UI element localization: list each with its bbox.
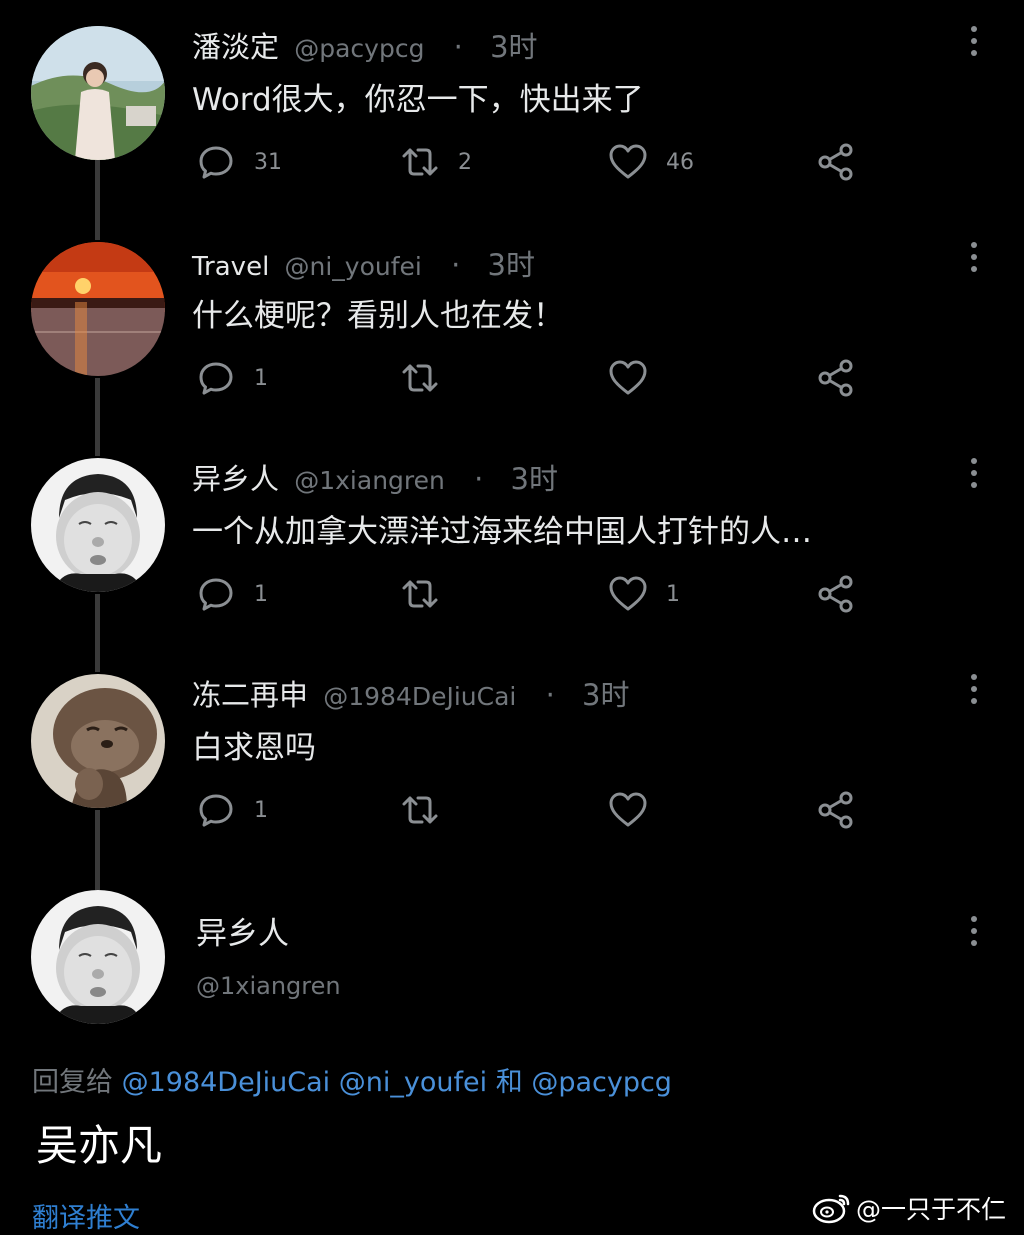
share-icon xyxy=(818,359,853,397)
reply-to-line: 回复给 @1984DeJiuCai @ni_youfei 和 @pacypcg xyxy=(32,1060,672,1099)
translate-tweet-link[interactable]: 翻译推文 xyxy=(32,1196,140,1235)
focus-tweet-text: 吴亦凡 xyxy=(36,1121,163,1170)
reply-button[interactable]: 31 xyxy=(196,140,282,184)
more-vertical-icon[interactable] xyxy=(964,458,984,492)
display-name[interactable]: 潘淡定 xyxy=(192,30,279,64)
tweet-text: 什么梗呢？看别人也在发！ xyxy=(192,298,564,334)
retweet-icon xyxy=(402,364,438,392)
timestamp[interactable]: 3时 xyxy=(490,30,537,64)
handle[interactable]: @pacypcg xyxy=(294,34,424,63)
tweet-text: Word很大，你忍一下，快出来了 xyxy=(192,82,644,118)
avatar[interactable] xyxy=(31,674,165,808)
display-name[interactable]: 冻二再申 xyxy=(192,678,308,712)
heart-icon xyxy=(609,576,647,611)
retweet-icon xyxy=(402,580,438,608)
tweet-text: 一个从加拿大漂洋过海来给中国人打针的人… xyxy=(192,514,812,550)
share-icon xyxy=(818,791,853,829)
tweet[interactable]: 冻二再申 @1984DeJiuCai · 3时 白求恩吗 1 xyxy=(0,648,1024,858)
retweet-count: 2 xyxy=(458,149,472,175)
share-button[interactable] xyxy=(816,140,856,184)
reply-bubble-icon xyxy=(199,794,233,827)
reply-count: 1 xyxy=(254,581,268,607)
retweet-button[interactable] xyxy=(400,788,440,832)
separator-dot: · xyxy=(474,462,484,496)
watermark: @一只于不仁 xyxy=(812,1190,1006,1226)
share-icon xyxy=(818,143,853,181)
timestamp[interactable]: 3时 xyxy=(511,462,558,496)
more-vertical-icon[interactable] xyxy=(964,674,984,708)
retweet-icon xyxy=(402,796,438,824)
retweet-button[interactable] xyxy=(400,356,440,400)
and-label: 和 xyxy=(495,1067,523,1098)
share-icon xyxy=(818,575,853,613)
retweet-button[interactable] xyxy=(400,572,440,616)
share-button[interactable] xyxy=(816,356,856,400)
timestamp[interactable]: 3时 xyxy=(582,678,629,712)
reply-bubble-icon xyxy=(199,146,233,179)
tweet-text: 白求恩吗 xyxy=(192,730,316,766)
heart-icon xyxy=(609,792,647,827)
separator-dot: · xyxy=(451,248,461,282)
like-button[interactable] xyxy=(608,788,648,832)
reply-count: 1 xyxy=(254,365,268,391)
more-vertical-icon[interactable] xyxy=(964,916,984,950)
avatar[interactable] xyxy=(31,890,165,1024)
reply-button[interactable]: 1 xyxy=(196,788,268,832)
retweet-icon xyxy=(402,148,438,176)
tweet[interactable]: 潘淡定 @pacypcg · 3时 Word很大，你忍一下，快出来了 31 2 … xyxy=(0,0,1024,210)
display-name[interactable]: 异乡人 xyxy=(192,462,279,496)
tweet[interactable]: 异乡人 @1xiangren · 3时 一个从加拿大漂洋过海来给中国人打针的人…… xyxy=(0,432,1024,642)
like-button[interactable]: 46 xyxy=(608,140,694,184)
share-button[interactable] xyxy=(816,572,856,616)
tweet-actions: 1 xyxy=(192,356,872,400)
avatar[interactable] xyxy=(31,242,165,376)
tweet-actions: 1 xyxy=(192,788,872,832)
handle[interactable]: @1xiangren xyxy=(294,466,445,495)
timestamp[interactable]: 3时 xyxy=(488,248,535,282)
handle[interactable]: @1984DeJiuCai xyxy=(323,682,516,711)
tweet-actions: 31 2 46 xyxy=(192,140,872,184)
heart-icon xyxy=(609,360,647,395)
more-vertical-icon[interactable] xyxy=(964,26,984,60)
share-button[interactable] xyxy=(816,788,856,832)
handle[interactable]: @ni_youfei xyxy=(285,252,422,281)
like-count: 46 xyxy=(666,149,694,175)
separator-dot: · xyxy=(545,678,555,712)
handle[interactable]: @1xiangren xyxy=(196,972,341,1000)
watermark-text: @一只于不仁 xyxy=(856,1195,1007,1224)
reply-count: 31 xyxy=(254,149,282,175)
reply-bubble-icon xyxy=(199,578,233,611)
reply-button[interactable]: 1 xyxy=(196,356,268,400)
retweet-button[interactable]: 2 xyxy=(400,140,472,184)
more-vertical-icon[interactable] xyxy=(964,242,984,276)
tweet-header: 潘淡定 @pacypcg · 3时 xyxy=(192,24,538,66)
separator-dot: · xyxy=(453,30,463,64)
tweet-header: Travel @ni_youfei · 3时 xyxy=(192,242,535,284)
like-count: 1 xyxy=(666,581,680,607)
tweet-header: 冻二再申 @1984DeJiuCai · 3时 xyxy=(192,672,629,714)
tweet-actions: 1 1 xyxy=(192,572,872,616)
avatar[interactable] xyxy=(31,458,165,592)
reply-to-label: 回复给 xyxy=(32,1067,113,1098)
weibo-logo-icon xyxy=(812,1194,850,1224)
mention-link[interactable]: @ni_youfei xyxy=(339,1067,487,1098)
like-button[interactable] xyxy=(608,356,648,400)
display-name[interactable]: Travel xyxy=(192,252,269,282)
avatar[interactable] xyxy=(31,26,165,160)
tweet-header: 异乡人 @1xiangren · 3时 xyxy=(192,456,558,498)
mention-link[interactable]: @pacypcg xyxy=(531,1067,672,1098)
reply-bubble-icon xyxy=(199,362,233,395)
tweet[interactable]: Travel @ni_youfei · 3时 什么梗呢？看别人也在发！ 1 xyxy=(0,216,1024,426)
display-name[interactable]: 异乡人 xyxy=(196,908,289,953)
reply-count: 1 xyxy=(254,797,268,823)
reply-button[interactable]: 1 xyxy=(196,572,268,616)
like-button[interactable]: 1 xyxy=(608,572,680,616)
heart-icon xyxy=(609,144,647,179)
mention-link[interactable]: @1984DeJiuCai xyxy=(122,1067,331,1098)
